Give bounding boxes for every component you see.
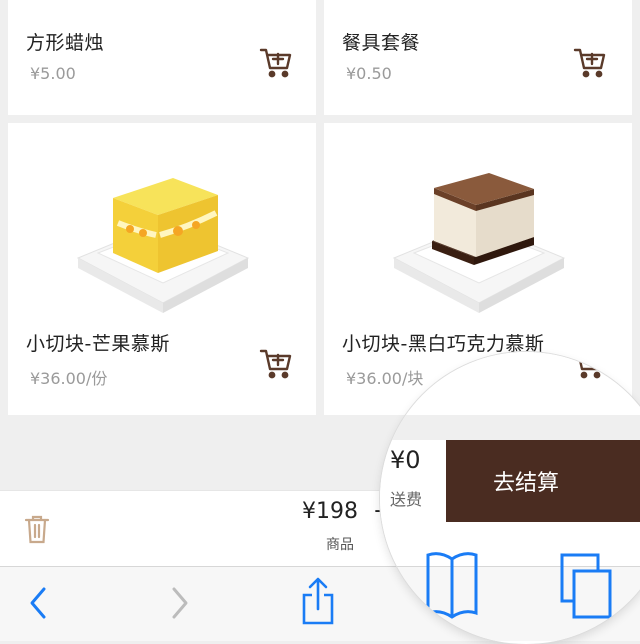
share-icon[interactable] — [298, 575, 338, 627]
chevron-left-icon[interactable] — [24, 581, 52, 625]
book-icon[interactable] — [422, 547, 482, 627]
cart-total: ¥198 + — [302, 499, 391, 524]
cart-plus-icon[interactable] — [258, 345, 294, 381]
product-card-magnified[interactable]: 小切块-黑白巧克力慕斯 ¥36.00/块 — [380, 352, 632, 415]
product-price: ¥0.50 — [346, 64, 392, 83]
tabs-icon[interactable] — [556, 551, 616, 627]
product-price-magnified: ¥36.00/块 — [380, 369, 424, 388]
chocolate-mousse-image[interactable] — [384, 153, 574, 323]
cart-total-amount: ¥198 — [302, 499, 358, 524]
delivery-fee-label: 送费 — [390, 490, 423, 509]
mango-mousse-image[interactable] — [68, 153, 258, 323]
product-card[interactable]: 小切块-芒果慕斯 ¥36.00/份 — [8, 123, 316, 415]
cart-total-label: 商品 — [326, 537, 354, 553]
lens-content: 小切块-黑白巧克力慕斯 ¥36.00/块 ¥0 送费 去结算 — [380, 352, 640, 641]
product-name: 小切块-芒果慕斯 — [26, 333, 170, 355]
product-card[interactable]: 方形蜡烛 ¥5.00 — [8, 0, 316, 115]
delivery-fee-amount: ¥0 — [390, 446, 421, 474]
lens-left-pad — [380, 440, 390, 522]
product-price: ¥36.00/份 — [30, 369, 108, 388]
cart-plus-icon[interactable] — [570, 352, 606, 381]
product-name: 餐具套餐 — [342, 32, 421, 54]
lens-gap — [380, 415, 640, 440]
checkout-button[interactable]: 去结算 — [446, 440, 640, 522]
cart-plus-icon[interactable] — [572, 44, 608, 80]
product-name-magnified: 小切块-黑白巧克力慕斯 — [380, 352, 544, 356]
cart-plus-icon[interactable] — [258, 44, 294, 80]
product-card[interactable]: 餐具套餐 ¥0.50 — [324, 0, 632, 115]
product-price: ¥5.00 — [30, 64, 76, 83]
lens-browser-strip — [380, 552, 640, 641]
magnifier-lens: 小切块-黑白巧克力慕斯 ¥36.00/块 ¥0 送费 去结算 — [380, 352, 640, 644]
product-name: 方形蜡烛 — [26, 32, 105, 54]
trash-icon[interactable] — [22, 513, 52, 545]
delivery-fee: ¥0 送费 — [390, 440, 446, 522]
chevron-right-icon[interactable] — [166, 581, 194, 625]
